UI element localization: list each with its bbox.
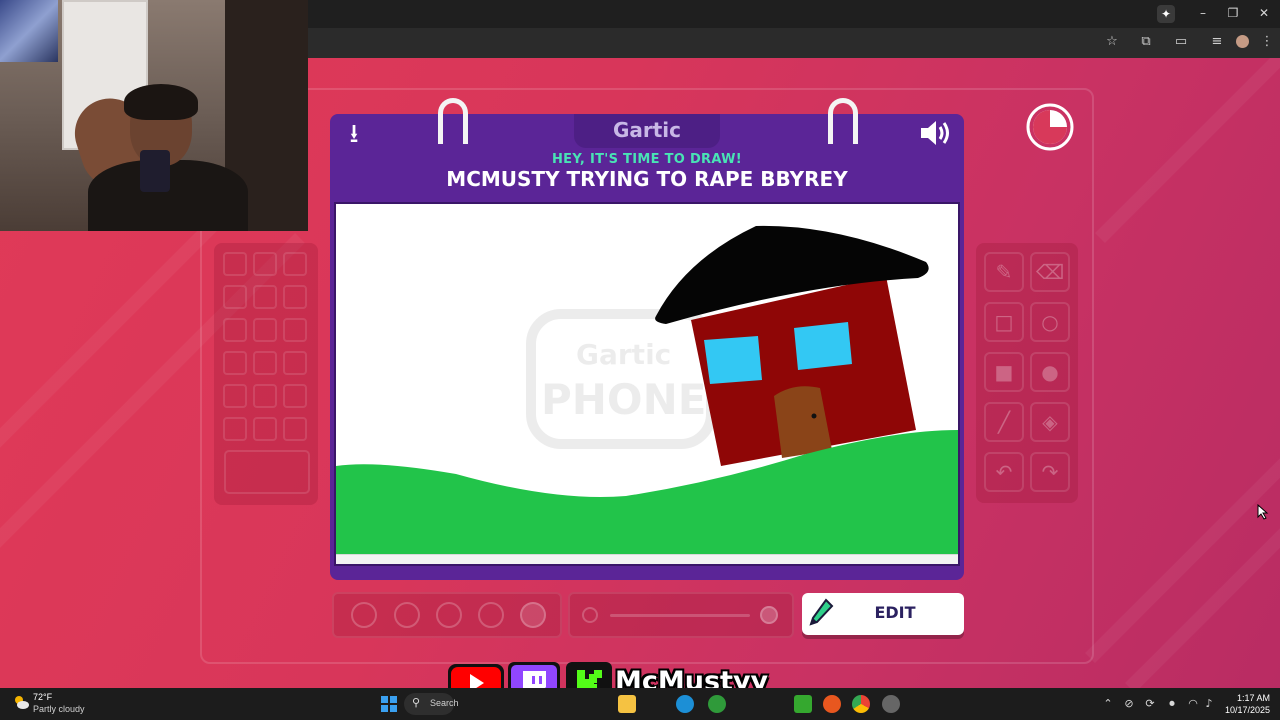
taskbar-date[interactable]: 10/17/2025 (1216, 705, 1270, 715)
microphone-icon[interactable]: ⏺ (1165, 697, 1179, 711)
settings-icon[interactable] (882, 695, 900, 713)
svg-text:PHONE: PHONE (541, 375, 706, 424)
redo-icon[interactable]: ↷ (1030, 452, 1070, 492)
color-slot[interactable] (283, 318, 307, 342)
circle-outline-icon[interactable]: ○ (1030, 302, 1070, 342)
partly-cloudy-icon[interactable] (12, 694, 30, 710)
pencil-icon (809, 598, 834, 626)
house-window-right (794, 322, 852, 370)
mouse-cursor (1257, 504, 1269, 520)
house-window-left (704, 336, 762, 384)
color-slot[interactable] (253, 417, 277, 441)
close-button[interactable]: ✕ (1254, 6, 1274, 20)
brush-size-3[interactable] (436, 602, 462, 628)
edge-icon[interactable] (676, 695, 694, 713)
draw-subtitle: HEY, IT'S TIME TO DRAW! (552, 152, 742, 167)
color-slot[interactable] (283, 384, 307, 408)
profile-avatar[interactable] (1236, 35, 1249, 48)
bookmark-star-icon[interactable]: ☆ (1103, 34, 1121, 49)
download-icon[interactable]: ⭳ (340, 120, 368, 148)
opacity-slider-track[interactable] (610, 614, 750, 617)
fill-bucket-icon[interactable]: ◈ (1030, 402, 1070, 442)
binder-ring-left (438, 98, 468, 144)
eraser-tool-icon[interactable]: ⌫ (1030, 252, 1070, 292)
rectangle-outline-icon[interactable]: □ (984, 302, 1024, 342)
color-slot[interactable] (253, 351, 277, 375)
pen-tool-icon[interactable]: ✎ (984, 252, 1024, 292)
xbox-icon[interactable] (708, 695, 726, 713)
weather-temperature: 72°F (33, 692, 53, 702)
phone (140, 150, 170, 192)
tray-network-off-icon[interactable]: ⊘ (1122, 697, 1136, 710)
opacity-min-icon (582, 607, 598, 623)
file-explorer-icon[interactable] (618, 695, 636, 713)
volume-icon[interactable]: ♪ (1202, 697, 1216, 710)
brush-size-2[interactable] (394, 602, 420, 628)
windows-start-icon[interactable] (381, 696, 397, 712)
app-orange-icon[interactable] (823, 695, 841, 713)
door-knob (811, 413, 817, 419)
color-slot[interactable] (223, 351, 247, 375)
round-timer (1026, 103, 1074, 151)
wall-poster (0, 0, 58, 62)
color-slot[interactable] (283, 285, 307, 309)
brush-size-5[interactable] (520, 602, 546, 628)
windows-taskbar (0, 688, 1280, 720)
tray-chevron-icon[interactable]: ⌃ (1101, 697, 1115, 710)
circle-fill-icon[interactable]: ● (1030, 352, 1070, 392)
color-slot[interactable] (223, 252, 247, 276)
search-placeholder: Search (430, 698, 459, 708)
binder-ring-right (828, 98, 858, 144)
color-slot[interactable] (283, 417, 307, 441)
browser-menu-icon[interactable]: ⋮ (1258, 34, 1276, 49)
color-slot[interactable] (223, 417, 247, 441)
sound-icon[interactable] (918, 118, 954, 148)
line-tool-icon[interactable]: ╱ (984, 402, 1024, 442)
chrome-icon[interactable] (852, 695, 870, 713)
drawing-prompt: MCMUSTY TRYING TO RAPE BBYREY (446, 167, 848, 191)
color-slot[interactable] (223, 384, 247, 408)
opacity-slider-thumb[interactable] (760, 606, 778, 624)
color-slot[interactable] (253, 285, 277, 309)
brush-size-4[interactable] (478, 602, 504, 628)
color-slot[interactable] (253, 384, 277, 408)
color-slot[interactable] (253, 252, 277, 276)
extensions-icon[interactable]: ⧉ (1137, 34, 1155, 49)
undo-icon[interactable]: ↶ (984, 452, 1024, 492)
sparkle-icon[interactable]: ✦ (1157, 5, 1175, 23)
restore-button[interactable]: ❐ (1223, 6, 1243, 20)
minimize-button[interactable]: – (1193, 6, 1213, 20)
split-view-icon[interactable]: ▭ (1172, 34, 1190, 49)
edit-button-label: EDIT (874, 603, 916, 622)
wifi-icon[interactable]: ◠ (1186, 697, 1200, 710)
color-slot[interactable] (253, 318, 277, 342)
gartic-watermark: Gartic PHONE (526, 309, 716, 449)
tray-sync-icon[interactable]: ⟳ (1143, 697, 1157, 710)
color-slot[interactable] (283, 252, 307, 276)
canvas-page-edge (336, 554, 958, 564)
brush-size-1[interactable] (351, 602, 377, 628)
color-slot[interactable] (283, 351, 307, 375)
taskbar-time[interactable]: 1:17 AM (1222, 693, 1270, 703)
weather-description: Partly cloudy (33, 704, 85, 714)
color-slot[interactable] (223, 318, 247, 342)
media-controls-icon[interactable]: ≡ (1208, 34, 1226, 49)
streamer-hair (124, 84, 198, 120)
gartic-logo: Gartic (612, 118, 682, 142)
webcam-overlay (0, 0, 308, 231)
svg-text:Gartic: Gartic (576, 338, 671, 371)
rectangle-fill-icon[interactable]: ■ (984, 352, 1024, 392)
drawing-canvas[interactable]: Gartic PHONE (334, 202, 960, 566)
minecraft-icon[interactable] (794, 695, 812, 713)
color-picker-slot[interactable] (224, 450, 310, 494)
color-slot[interactable] (223, 285, 247, 309)
search-icon: ⚲ (412, 696, 421, 709)
